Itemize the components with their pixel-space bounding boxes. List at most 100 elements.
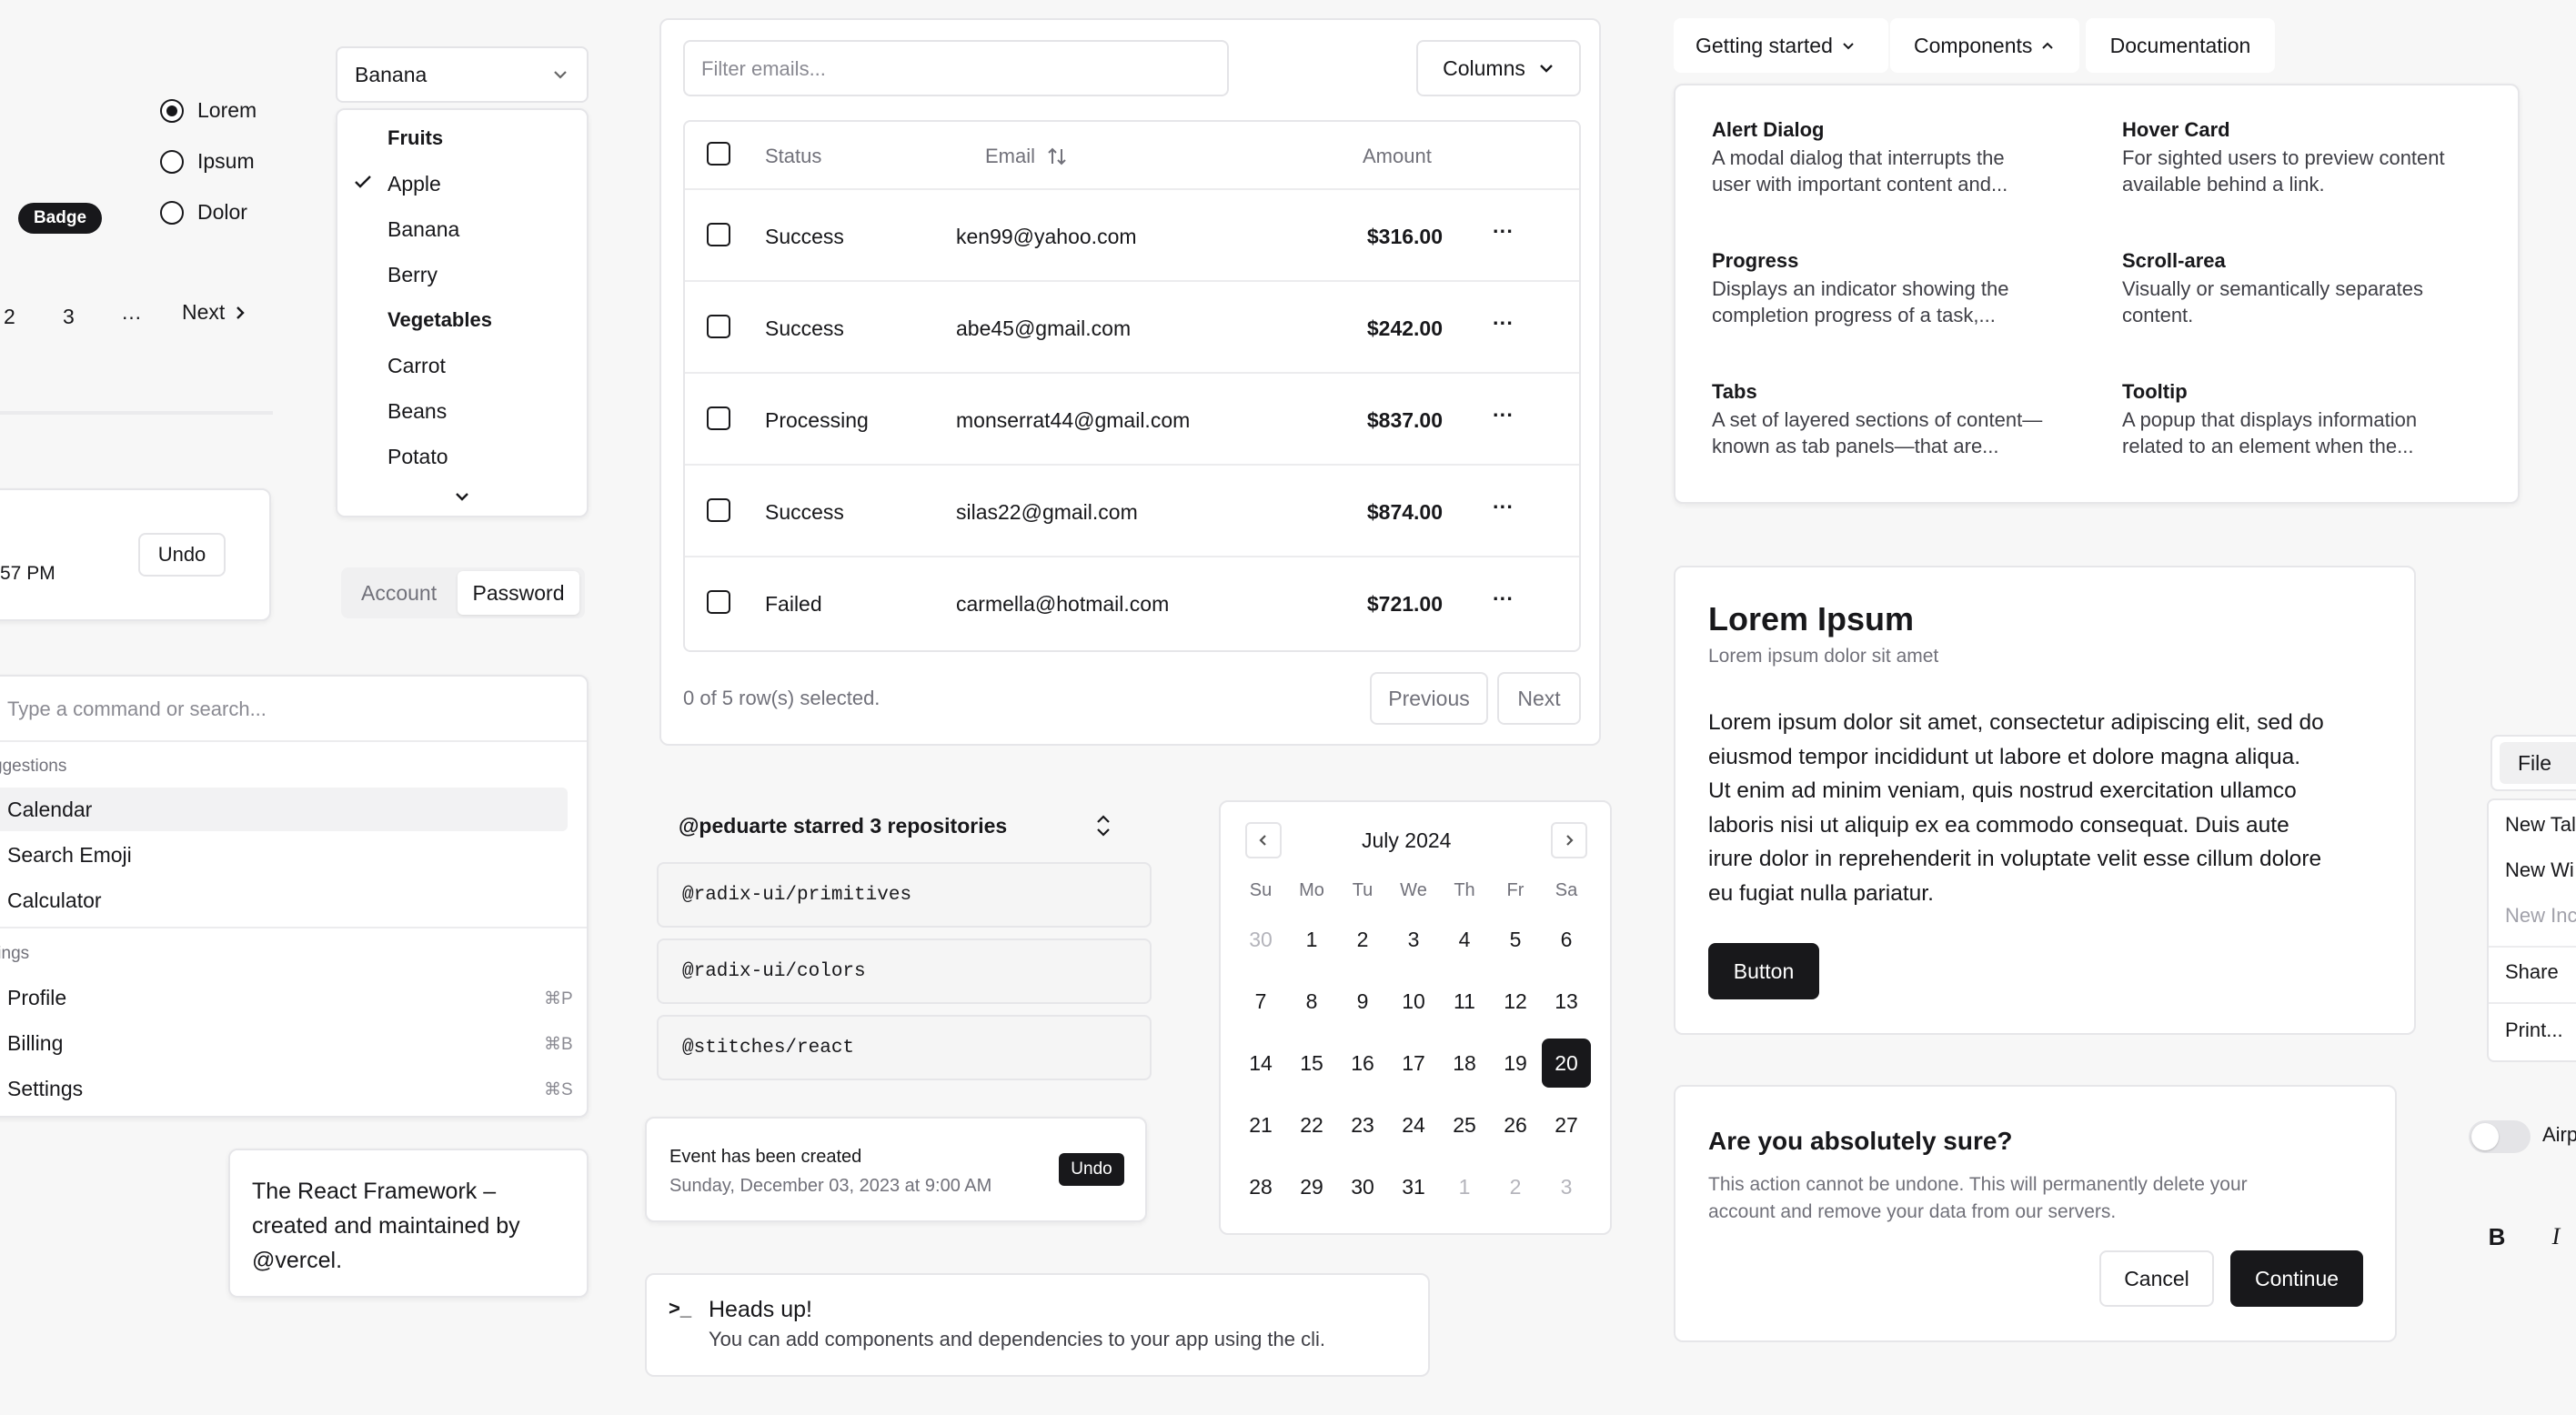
next-page-button[interactable]: Next xyxy=(1497,672,1581,725)
prev-month-button[interactable] xyxy=(1245,822,1282,858)
select-item-carrot[interactable]: Carrot xyxy=(387,354,446,378)
tab-password[interactable]: Password xyxy=(458,571,579,615)
calendar-day[interactable]: 22 xyxy=(1287,1100,1336,1149)
row-checkbox[interactable] xyxy=(707,223,730,246)
calendar-day[interactable]: 14 xyxy=(1236,1039,1285,1088)
menu-item-new-window[interactable]: New Wi xyxy=(2505,858,2574,882)
calendar-day[interactable]: 18 xyxy=(1440,1039,1489,1088)
menu-item-share[interactable]: Share xyxy=(2505,960,2559,984)
calendar-day[interactable]: 2 xyxy=(1491,1162,1540,1211)
calendar-day[interactable]: 26 xyxy=(1491,1100,1540,1149)
calendar-day[interactable]: 23 xyxy=(1338,1100,1387,1149)
select-item-berry[interactable]: Berry xyxy=(387,263,438,287)
calendar-day[interactable]: 5 xyxy=(1491,915,1540,964)
previous-page-button[interactable]: Previous xyxy=(1370,672,1488,725)
row-actions-icon[interactable]: ··· xyxy=(1493,587,1514,611)
scroll-down-chevron-icon[interactable] xyxy=(454,490,470,503)
nav-link-tooltip[interactable]: Tooltip A popup that displays informatio… xyxy=(2122,380,2417,458)
select-item-banana[interactable]: Banana xyxy=(387,217,459,242)
fruit-select-trigger[interactable]: Banana xyxy=(336,46,589,103)
row-actions-icon[interactable]: ··· xyxy=(1493,311,1514,336)
calendar-day[interactable]: 13 xyxy=(1542,977,1591,1026)
calendar-day[interactable]: 21 xyxy=(1236,1100,1285,1149)
cancel-button[interactable]: Cancel xyxy=(2099,1250,2214,1307)
calendar-day[interactable]: 4 xyxy=(1440,915,1489,964)
menu-item-new-tab[interactable]: New Tal xyxy=(2505,813,2576,837)
row-checkbox[interactable] xyxy=(707,590,730,614)
radio-dolor[interactable] xyxy=(160,201,184,225)
calendar-day[interactable]: 6 xyxy=(1542,915,1591,964)
airplane-mode-switch[interactable] xyxy=(2469,1120,2531,1153)
calendar-day[interactable]: 30 xyxy=(1338,1162,1387,1211)
calendar-day[interactable]: 15 xyxy=(1287,1039,1336,1088)
row-checkbox[interactable] xyxy=(707,315,730,338)
nav-documentation[interactable]: Documentation xyxy=(2086,18,2275,73)
nav-link-scroll-area[interactable]: Scroll-area Visually or semantically sep… xyxy=(2122,249,2423,327)
calendar-day[interactable]: 30 xyxy=(1236,915,1285,964)
calendar-day[interactable]: 19 xyxy=(1491,1039,1540,1088)
calendar-day[interactable]: 27 xyxy=(1542,1100,1591,1149)
calendar-day[interactable]: 29 xyxy=(1287,1162,1336,1211)
calendar-day[interactable]: 28 xyxy=(1236,1162,1285,1211)
calendar-day[interactable]: 3 xyxy=(1389,915,1438,964)
calendar-day[interactable]: 7 xyxy=(1236,977,1285,1026)
pagination-next-button[interactable]: Next xyxy=(182,300,247,325)
page-2-link[interactable]: 2 xyxy=(4,305,15,329)
tab-account[interactable]: Account xyxy=(361,581,437,606)
calendar-day[interactable]: 25 xyxy=(1440,1100,1489,1149)
nav-getting-started[interactable]: Getting started xyxy=(1674,18,1888,73)
calendar-day[interactable]: 10 xyxy=(1389,977,1438,1026)
nav-components[interactable]: Components xyxy=(1890,18,2079,73)
command-item-settings[interactable]: Settings xyxy=(7,1077,83,1101)
toast-undo-button[interactable]: Undo xyxy=(138,533,226,577)
calendar-day[interactable]: 8 xyxy=(1287,977,1336,1026)
command-item-calendar[interactable]: Calendar xyxy=(7,798,92,822)
calendar-day[interactable]: 20 xyxy=(1542,1039,1591,1088)
command-item-calculator[interactable]: Calculator xyxy=(7,888,102,913)
command-input[interactable]: Type a command or search... xyxy=(7,697,267,721)
chevrons-up-down-icon[interactable] xyxy=(1092,813,1115,838)
calendar-day[interactable]: 16 xyxy=(1338,1039,1387,1088)
select-item-potato[interactable]: Potato xyxy=(387,445,448,469)
header-email-sort-button[interactable]: Email xyxy=(985,145,1068,168)
bold-toggle[interactable]: B xyxy=(2474,1214,2520,1259)
radio-ipsum[interactable] xyxy=(160,150,184,174)
toast-undo-button[interactable]: Undo xyxy=(1059,1153,1124,1186)
calendar-day[interactable]: 12 xyxy=(1491,977,1540,1026)
calendar-day[interactable]: 1 xyxy=(1287,915,1336,964)
select-item-beans[interactable]: Beans xyxy=(387,399,447,424)
select-item-apple[interactable]: Apple xyxy=(387,172,441,196)
radio-lorem[interactable] xyxy=(160,99,184,123)
row-actions-icon[interactable]: ··· xyxy=(1493,403,1514,427)
calendar-day[interactable]: 9 xyxy=(1338,977,1387,1026)
card-button[interactable]: Button xyxy=(1708,943,1819,999)
command-item-profile[interactable]: Profile xyxy=(7,986,66,1010)
row-actions-icon[interactable]: ··· xyxy=(1493,495,1514,519)
calendar-day[interactable]: 17 xyxy=(1389,1039,1438,1088)
nav-link-tabs[interactable]: Tabs A set of layered sections of conten… xyxy=(1712,380,2042,458)
nav-link-alert-dialog[interactable]: Alert Dialog A modal dialog that interru… xyxy=(1712,118,2007,196)
row-checkbox[interactable] xyxy=(707,406,730,430)
nav-link-progress[interactable]: Progress Displays an indicator showing t… xyxy=(1712,249,2009,327)
page-3-link[interactable]: 3 xyxy=(63,305,75,329)
command-item-billing[interactable]: Billing xyxy=(7,1031,63,1056)
menu-item-print[interactable]: Print... xyxy=(2505,1019,2563,1042)
filter-emails-input[interactable]: Filter emails... xyxy=(683,40,1229,96)
columns-button[interactable]: Columns xyxy=(1416,40,1581,96)
header-amount: Amount xyxy=(1363,145,1432,167)
calendar-day[interactable]: 11 xyxy=(1440,977,1489,1026)
nav-link-hover-card[interactable]: Hover Card For sighted users to preview … xyxy=(2122,118,2445,196)
menubar-file[interactable]: File xyxy=(2500,742,2576,784)
command-item-search-emoji[interactable]: Search Emoji xyxy=(7,843,132,868)
row-actions-icon[interactable]: ··· xyxy=(1493,219,1514,244)
row-checkbox[interactable] xyxy=(707,498,730,522)
calendar-day[interactable]: 1 xyxy=(1440,1162,1489,1211)
continue-button[interactable]: Continue xyxy=(2230,1250,2363,1307)
calendar-day[interactable]: 31 xyxy=(1389,1162,1438,1211)
select-all-checkbox[interactable] xyxy=(707,142,730,166)
next-month-button[interactable] xyxy=(1551,822,1587,858)
calendar-day[interactable]: 3 xyxy=(1542,1162,1591,1211)
calendar-day[interactable]: 24 xyxy=(1389,1100,1438,1149)
calendar-day[interactable]: 2 xyxy=(1338,915,1387,964)
italic-toggle[interactable]: I xyxy=(2536,1214,2576,1259)
